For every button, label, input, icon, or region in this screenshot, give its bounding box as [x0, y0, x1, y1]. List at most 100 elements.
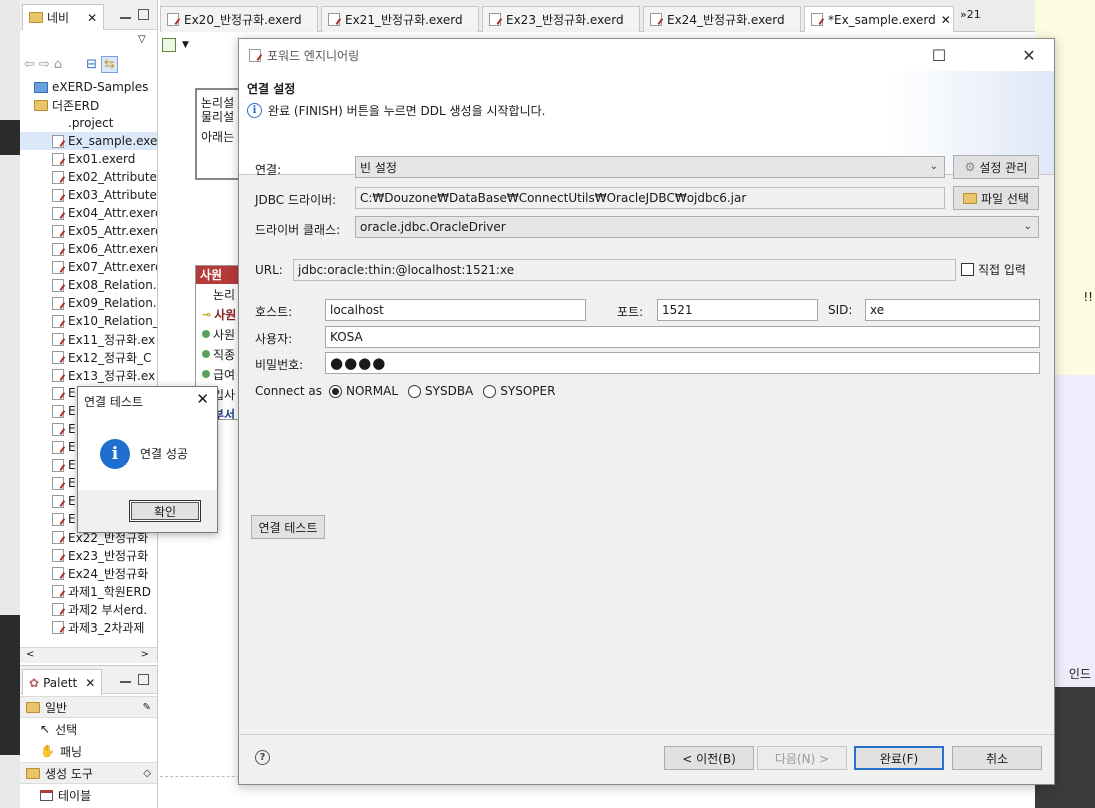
tree-item[interactable]: 과제3_2차과제 [20, 618, 157, 636]
navigator-tab-label: 네비 [47, 11, 70, 25]
close-button[interactable]: ✕ [1006, 39, 1052, 71]
tree-item-label: Ex13_정규화.ex [68, 368, 156, 383]
back-button[interactable]: < 이전(B) [664, 746, 754, 770]
palette-item-table[interactable]: 테이블 [20, 784, 157, 806]
sid-input[interactable]: xe [865, 299, 1040, 321]
collapse-all-icon[interactable]: ⊟ [86, 57, 97, 72]
palette-item-pan[interactable]: ✋ 패닝 [20, 740, 157, 762]
tree-item[interactable]: .project [20, 114, 157, 132]
pin-icon[interactable]: ✎ [143, 702, 151, 713]
entity-attribute[interactable]: 논리 [196, 284, 244, 304]
password-input[interactable]: ●●●● [325, 352, 1040, 374]
tree-item[interactable]: Ex11_정규화.ex [20, 330, 157, 348]
palette-tab[interactable]: ✿ Palett ✕ [22, 669, 103, 695]
tree-item[interactable]: Ex12_정규화_C [20, 348, 157, 366]
editor-tab[interactable]: Ex23_반정규화.exerd [482, 6, 640, 32]
close-icon[interactable]: ✕ [941, 13, 951, 27]
tree-item[interactable]: Ex24_반정규화 [20, 564, 157, 582]
palette-item-select[interactable]: ↖ 선택 [20, 718, 157, 740]
collapse-icon[interactable]: ◇ [143, 768, 151, 779]
next-button[interactable]: 다음(N) > [757, 746, 847, 770]
tree-item[interactable]: 과제2 부서erd. [20, 600, 157, 618]
editor-tab[interactable]: Ex20_반정규화.exerd [160, 6, 318, 32]
tree-item[interactable]: Ex01.exerd [20, 150, 157, 168]
user-input[interactable]: KOSA [325, 326, 1040, 348]
close-icon[interactable]: ✕ [87, 11, 97, 25]
connect-as-label: Connect as [255, 384, 323, 398]
tree-item[interactable]: Ex02_Attribute [20, 168, 157, 186]
choose-file-button[interactable]: 파일 선택 [953, 186, 1039, 210]
close-button[interactable]: ✕ [196, 390, 209, 408]
navigator-tab[interactable]: 네비 ✕ [22, 4, 105, 30]
minimize-icon[interactable] [120, 16, 131, 19]
entity-attribute[interactable]: 직종 [196, 344, 244, 364]
attribute-name: 사원 [213, 327, 236, 342]
manage-settings-button[interactable]: ⚙ 설정 관리 [953, 155, 1039, 179]
jdbc-driver-field[interactable]: C:₩Douzone₩DataBase₩ConnectUtils₩OracleJ… [355, 187, 945, 209]
direct-input-checkbox[interactable] [961, 263, 974, 276]
tree-item[interactable]: Ex06_Attr.exerd [20, 240, 157, 258]
scroll-left-icon[interactable]: < [26, 649, 34, 660]
palette-tabbar: ✿ Palett ✕ [20, 666, 157, 695]
tree-item[interactable]: 과제1_학원ERD [20, 582, 157, 600]
tree-item[interactable]: Ex03_Attribute [20, 186, 157, 204]
scroll-right-icon[interactable]: > [141, 649, 149, 660]
palette-group-tools[interactable]: 생성 도구 ◇ [20, 762, 157, 784]
finish-button[interactable]: 완료(F) [854, 746, 944, 770]
connect-as-option[interactable]: SYSOPER [483, 384, 555, 398]
back-arrow-icon[interactable]: ⇦ [24, 57, 35, 72]
palette-group-general[interactable]: 일반 ✎ [20, 696, 157, 718]
tree-item-label: Ex23_반정규화 [68, 548, 149, 563]
entity-attribute[interactable]: 사원 [196, 324, 244, 344]
tree-item[interactable]: Ex05_Attr.exerd [20, 222, 157, 240]
ok-button[interactable]: 확인 [129, 500, 201, 522]
dropdown-arrow-icon[interactable]: ▼ [182, 40, 189, 50]
tree-item[interactable]: Ex08_Relation.e [20, 276, 157, 294]
close-icon[interactable]: ✕ [85, 676, 95, 690]
test-connection-button[interactable]: 연결 테스트 [251, 515, 325, 539]
tree-item-label: Ex03_Attribute [68, 188, 157, 202]
link-editor-icon[interactable]: ⇆ [100, 55, 118, 73]
palette-item-label: 테이블 [58, 788, 92, 803]
radio-button[interactable] [483, 384, 497, 398]
home-icon[interactable]: ⌂ [54, 57, 62, 72]
editor-tab-active[interactable]: *Ex_sample.exerd ✕ [804, 6, 954, 32]
help-icon[interactable]: ? [255, 750, 270, 765]
editor-tab[interactable]: Ex21_반정규화.exerd [321, 6, 479, 32]
host-input[interactable]: localhost [325, 299, 586, 321]
tree-item[interactable]: Ex13_정규화.ex [20, 366, 157, 384]
maximize-button[interactable]: ☐ [916, 39, 962, 71]
tree-item-label: Ex11_정규화.ex [68, 332, 156, 347]
entity-attribute[interactable]: 급여 [196, 364, 244, 384]
radio-button[interactable] [329, 384, 342, 398]
tree-item[interactable]: eXERD-Samples [20, 78, 157, 96]
tree-item[interactable]: Ex04_Attr.exerd [20, 204, 157, 222]
driver-class-select[interactable]: oracle.jdbc.OracleDriver ⌄ [355, 216, 1039, 238]
exerd-file-icon [52, 620, 64, 634]
palette-item-label: 선택 [55, 722, 78, 737]
view-menu-icon[interactable]: ▽ [138, 34, 146, 45]
radio-button[interactable] [408, 384, 422, 398]
tab-overflow-indicator[interactable]: »21 [960, 8, 981, 21]
port-input[interactable]: 1521 [657, 299, 818, 321]
entity-attribute[interactable]: ⊸ 사원 [196, 304, 244, 324]
maximize-icon[interactable] [138, 9, 149, 20]
layout-icon[interactable] [162, 38, 176, 52]
connect-as-option[interactable]: NORMAL [329, 384, 398, 398]
tree-item[interactable]: Ex23_반정규화 [20, 546, 157, 564]
tree-item[interactable]: Ex07_Attr.exerd [20, 258, 157, 276]
navigator-hscrollbar[interactable]: < > [20, 647, 157, 663]
minimize-icon[interactable] [120, 680, 131, 683]
forward-arrow-icon[interactable]: ⇨ [39, 57, 50, 72]
tree-item[interactable]: Ex10_Relation_ [20, 312, 157, 330]
url-field[interactable]: jdbc:oracle:thin:@localhost:1521:xe [293, 259, 956, 281]
button-label: 설정 관리 [979, 160, 1028, 175]
tree-item[interactable]: Ex_sample.exerd [20, 132, 157, 150]
tree-item[interactable]: Ex09_Relation.e [20, 294, 157, 312]
editor-tab[interactable]: Ex24_반정규화.exerd [643, 6, 801, 32]
tree-item[interactable]: 더존ERD [20, 96, 157, 114]
cancel-button[interactable]: 취소 [952, 746, 1042, 770]
maximize-icon[interactable] [138, 674, 149, 685]
connect-as-option[interactable]: SYSDBA [408, 384, 473, 398]
connection-select[interactable]: 빈 설정 ⌄ [355, 156, 945, 178]
